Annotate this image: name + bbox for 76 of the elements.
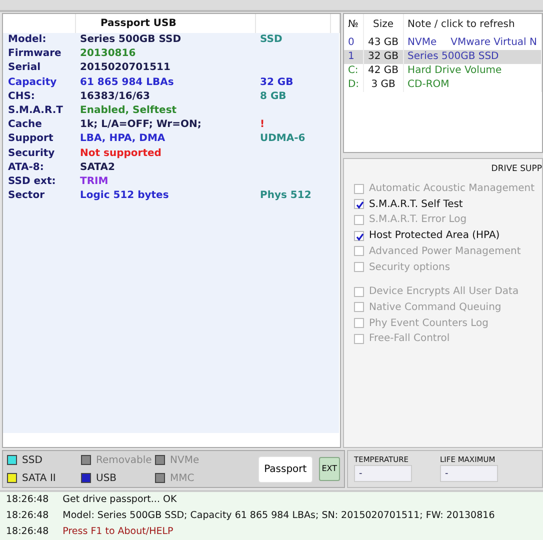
checkbox-label: Security options — [368, 260, 450, 275]
drive-number: C: — [344, 64, 364, 78]
checkbox[interactable] — [354, 230, 364, 241]
drive-note: Hard Drive Volume — [408, 65, 502, 76]
field-value: Not supported — [75, 146, 255, 161]
field-label: S.M.A.R.T — [3, 104, 75, 118]
field-value: 20130816 — [75, 47, 255, 62]
drive-row[interactable]: D: 3 GB CD-ROM — [344, 78, 542, 92]
checkbox-label: Free-Fall Control — [368, 332, 450, 346]
log-time: 18:26:48 — [6, 525, 49, 539]
drive-row[interactable]: C: 42 GB Hard Drive Volume — [344, 64, 542, 78]
field-value: 61 865 984 LBAs — [75, 76, 255, 90]
gauge-field: - — [354, 465, 412, 482]
field-label: Sector — [3, 189, 75, 204]
panel-title: DRIVE SUPP — [490, 163, 542, 176]
field-extra: 8 GB — [255, 90, 330, 104]
field-value: LBA, HPA, DMA — [75, 132, 255, 146]
column-header: № — [344, 14, 364, 36]
log-message: Get drive passport... OK — [62, 493, 177, 507]
field-label: Cache — [3, 118, 75, 132]
drive-number: D: — [344, 78, 364, 92]
legend-label: USB — [96, 472, 117, 486]
checkbox-label: Automatic Acoustic Management — [368, 182, 534, 196]
field-label: Capacity — [3, 76, 75, 90]
legend-label: Removable — [96, 454, 152, 468]
field-value: 1k; L/A=OFF; Wr=ON; — [75, 118, 255, 132]
field-label: Security — [3, 146, 75, 161]
drive-note: Series 500GB SSD — [408, 51, 499, 62]
field-extra: UDMA-6 — [255, 132, 330, 146]
field-value: 2015020701511 — [75, 61, 255, 76]
ext-button[interactable]: EXT — [318, 457, 340, 481]
drive-note: CD-ROM — [408, 79, 450, 90]
field-value: 16383/16/63 — [75, 90, 255, 104]
field-value: Logic 512 bytes — [75, 189, 255, 204]
field-label: ATA-8: — [3, 160, 75, 175]
field-extra: SSD — [255, 33, 330, 48]
field-extra: 32 GB — [255, 76, 330, 90]
field-label: Serial — [3, 61, 75, 76]
field-value: Series 500GB SSD — [75, 33, 255, 48]
field-extra: Phys 512 — [255, 189, 330, 204]
field-label: CHS: — [3, 90, 75, 104]
drive-number: 1 — [344, 50, 364, 64]
field-extra: ! — [255, 118, 330, 132]
checkbox-label: S.M.A.R.T. Error Log — [368, 213, 467, 228]
legend-label: NVMe — [170, 454, 200, 468]
checkbox-label: Native Command Queuing — [368, 300, 502, 315]
checkbox-label: Device Encrypts All User Data — [368, 285, 519, 300]
log-time: 18:26:48 — [6, 493, 49, 507]
field-label: SSD ext: — [3, 174, 75, 190]
drive-size: 3 GB — [364, 78, 404, 92]
drive-note: NVMe — [408, 37, 437, 48]
gauge-field: - — [440, 465, 498, 482]
field-value: TRIM — [75, 174, 255, 190]
drive-model: VMware Virtual N — [450, 37, 537, 48]
field-label: Model: — [3, 33, 75, 48]
log-message: Model: Series 500GB SSD; Capacity 61 865 984 LBAs; SN: 2015020701511; FW: 20130816 — [62, 509, 495, 523]
drive-size: 42 GB — [364, 64, 404, 78]
field-label: Support — [3, 132, 75, 146]
checkbox-label: Host Protected Area (HPA) — [368, 229, 500, 244]
field-value: SATA2 — [75, 160, 255, 175]
log-message: Press F1 to About/HELP — [62, 525, 174, 539]
legend-label: SATA II — [22, 472, 56, 486]
checkbox[interactable] — [354, 199, 364, 210]
column-header: Note / click to refresh — [403, 14, 542, 36]
legend-label: MMC — [170, 472, 194, 486]
log-time: 18:26:48 — [6, 509, 49, 523]
column-header: Size — [364, 14, 404, 36]
field-label: Firmware — [3, 47, 75, 62]
legend-label: SSD — [22, 454, 42, 468]
field-value: Enabled, Selftest — [75, 104, 255, 118]
drive-size: 32 GB — [364, 50, 404, 64]
passport-button[interactable]: Passport — [258, 456, 313, 482]
passport-title: Passport USB — [75, 14, 255, 33]
checkbox-label: Advanced Power Management — [368, 244, 521, 259]
checkbox-label: Phy Event Counters Log — [368, 316, 488, 331]
checkbox-label: S.M.A.R.T. Self Test — [368, 198, 463, 212]
